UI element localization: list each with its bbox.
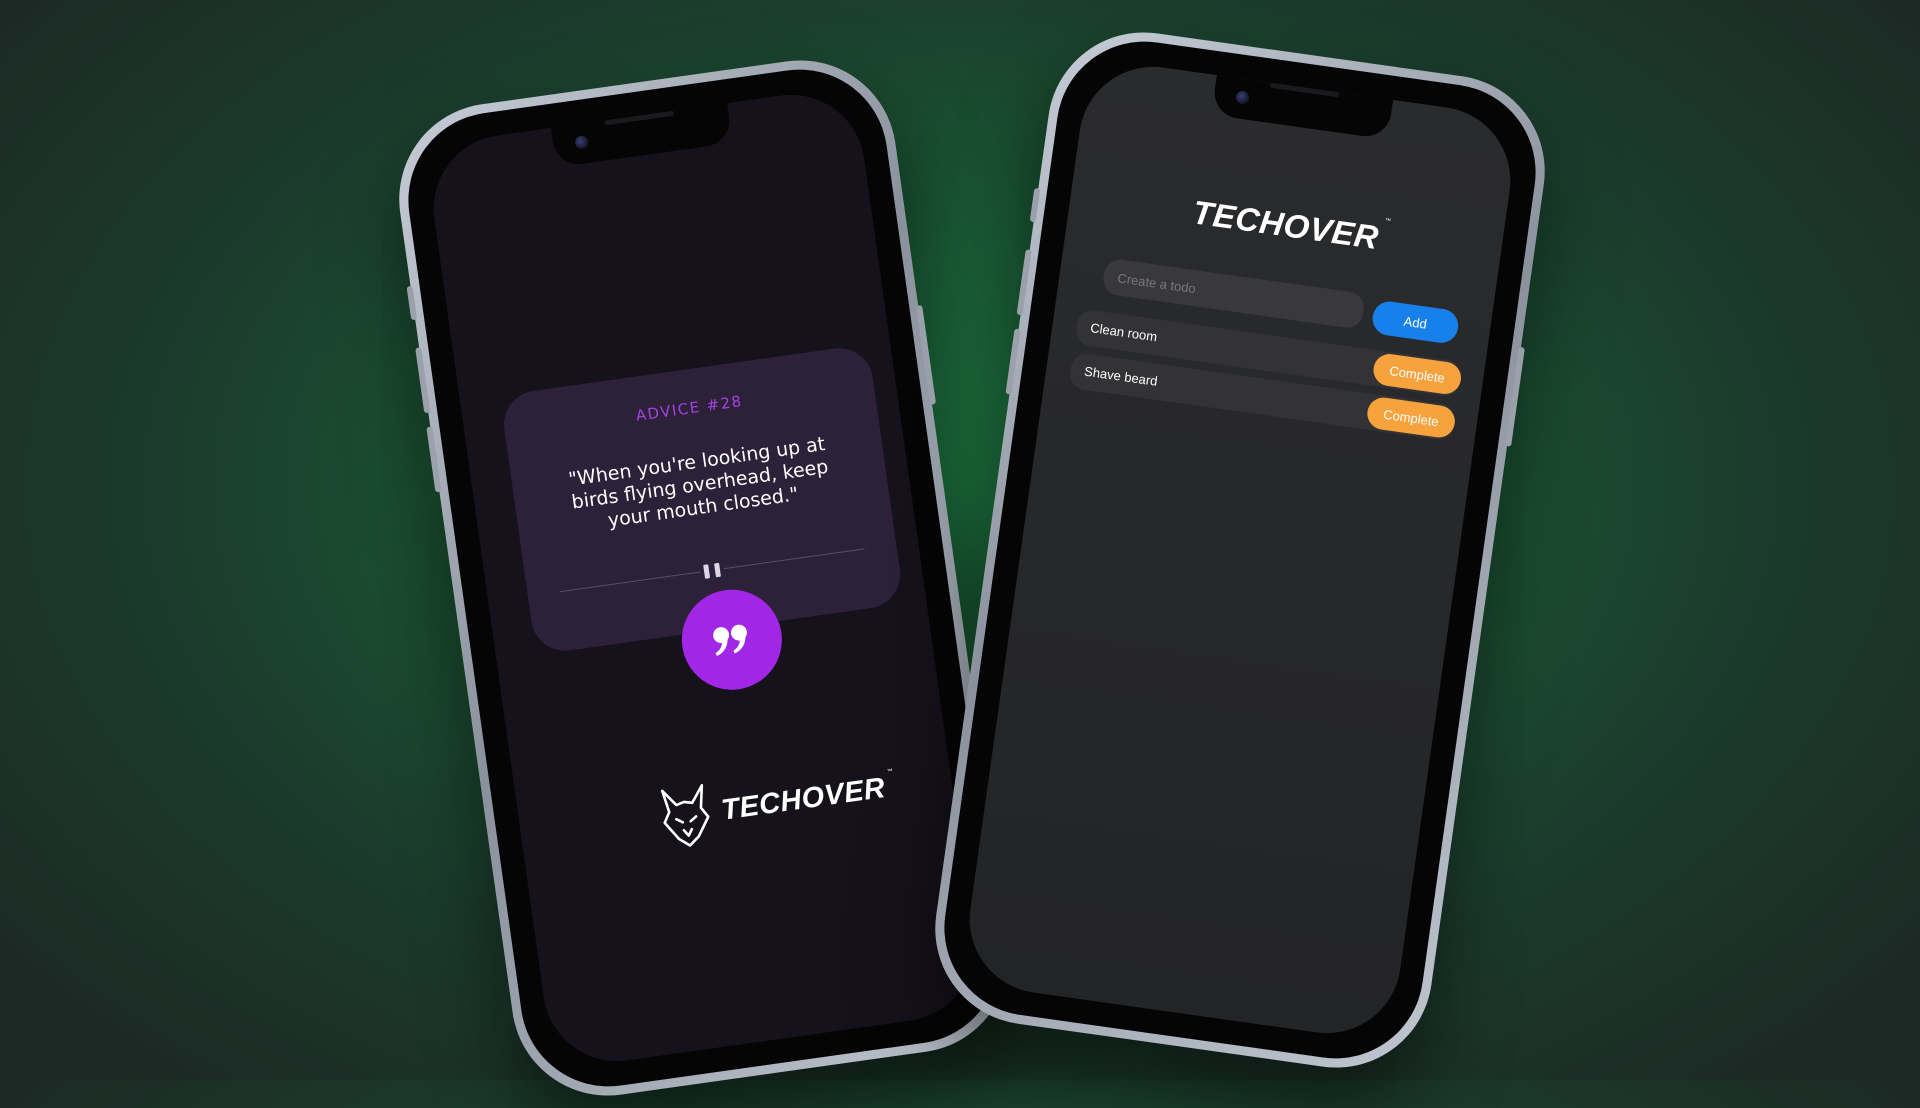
brand-name: TECHOVER	[1190, 193, 1382, 257]
todo-label: Shave beard	[1083, 363, 1159, 389]
notch	[550, 103, 733, 168]
volume-down-button	[1005, 328, 1021, 395]
trademark-mark: ™	[886, 768, 894, 775]
mute-switch	[1029, 187, 1041, 223]
complete-button[interactable]: Complete	[1371, 351, 1464, 396]
brand-logo: TECHOVER ™	[656, 754, 903, 851]
trademark-mark: ™	[1384, 217, 1392, 225]
camera-icon	[1235, 90, 1250, 105]
todo-screen: TECHOVER ™ Add Clean room Complete Shave…	[960, 57, 1520, 1043]
brand-name: TECHOVER	[719, 771, 888, 827]
mute-switch	[406, 285, 418, 321]
phone-bezel: TECHOVER ™ Add Clean room Complete Shave…	[933, 30, 1547, 1070]
brand-logo: TECHOVER ™	[1068, 176, 1503, 274]
todo-phone: TECHOVER ™ Add Clean room Complete Shave…	[922, 20, 1558, 1080]
advice-phone: ADVICE #28 "When you're looking up at bi…	[386, 48, 1022, 1108]
notch	[1211, 75, 1394, 140]
divider-line-right	[723, 548, 865, 570]
complete-button[interactable]: Complete	[1365, 395, 1457, 440]
brand-wordmark: TECHOVER ™	[1190, 193, 1391, 257]
card-divider	[559, 542, 866, 599]
quote-icon	[713, 624, 747, 656]
camera-icon	[574, 134, 590, 150]
advice-screen: ADVICE #28 "When you're looking up at bi…	[424, 85, 984, 1071]
brand-wordmark: TECHOVER ™	[719, 768, 893, 827]
pause-icon	[703, 562, 721, 579]
volume-up-button	[1016, 249, 1032, 316]
speaker-grille	[604, 110, 675, 126]
todo-label: Clean room	[1089, 320, 1159, 345]
wolf-icon	[660, 784, 710, 847]
add-button[interactable]: Add	[1370, 299, 1461, 346]
divider-line-left	[559, 571, 701, 593]
advice-text: "When you're looking up at birds flying …	[567, 432, 830, 532]
volume-up-button	[415, 347, 431, 414]
speaker-grille	[1269, 82, 1340, 98]
volume-down-button	[426, 426, 442, 493]
phone-bezel: ADVICE #28 "When you're looking up at bi…	[397, 58, 1011, 1098]
